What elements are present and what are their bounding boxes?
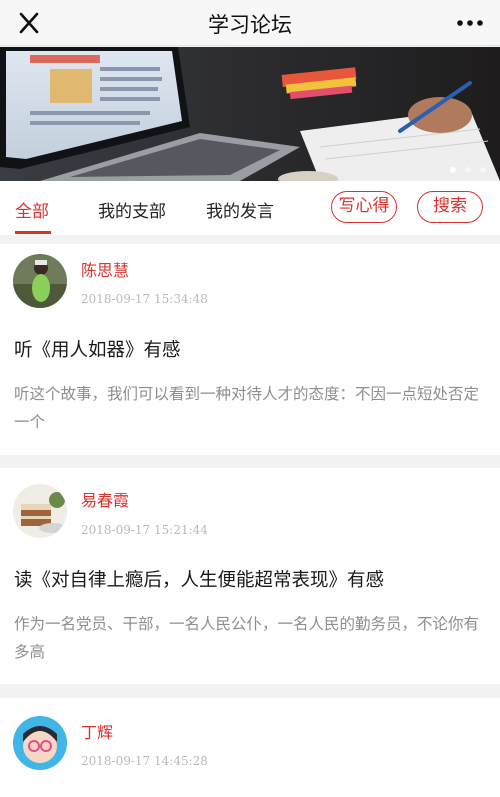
tab-my-branch[interactable]: 我的支部 [98,197,166,222]
post-card[interactable]: 易春霞 2018-09-17 15:21:44 读《对自律上瘾后，人生便能超常表… [0,468,500,684]
filter-tab-bar: 全部 我的支部 我的发言 写心得 搜索 [0,181,500,235]
page-title: 学习论坛 [208,13,292,37]
carousel-dot[interactable] [450,167,456,173]
post-title[interactable]: 读《对自律上瘾后，人生便能超常表现》有感 [14,566,384,592]
carousel-dot[interactable] [480,167,486,173]
post-excerpt: 听这个故事，我们可以看到一种对待人才的态度：不因一点短处否定一个 [14,385,480,431]
post-card[interactable]: 陈思慧 2018-09-17 15:34:48 听《用人如器》有感 听这个故事，… [0,244,500,455]
post-time: 2018-09-17 14:45:28 [81,754,208,768]
post-title[interactable]: 听《用人如器》有感 [14,336,181,362]
tab-my-posts[interactable]: 我的发言 [206,197,274,222]
author-name[interactable]: 丁辉 [81,719,113,743]
more-horizontal-icon[interactable] [454,10,486,36]
tab-all[interactable]: 全部 [15,197,49,222]
search-button[interactable]: 搜索 [417,191,483,223]
banner-carousel[interactable] [0,47,500,181]
avatar [13,484,67,538]
author-name[interactable]: 易春霞 [81,487,129,511]
top-nav-bar: 学习论坛 [0,0,500,46]
active-tab-indicator [15,231,51,234]
avatar [13,254,67,308]
post-card[interactable]: 丁辉 2018-09-17 14:45:28 [0,698,500,797]
banner-image [0,47,500,181]
post-time: 2018-09-17 15:21:44 [81,523,208,537]
avatar [13,716,67,770]
carousel-indicator [450,167,486,173]
author-name[interactable]: 陈思慧 [81,257,129,281]
write-reflection-button[interactable]: 写心得 [331,191,397,223]
post-time: 2018-09-17 15:34:48 [81,292,208,306]
post-excerpt: 作为一名党员、干部，一名人民公仆，一名人民的勤务员，不论你有多高 [14,615,480,661]
carousel-dot[interactable] [465,167,471,173]
